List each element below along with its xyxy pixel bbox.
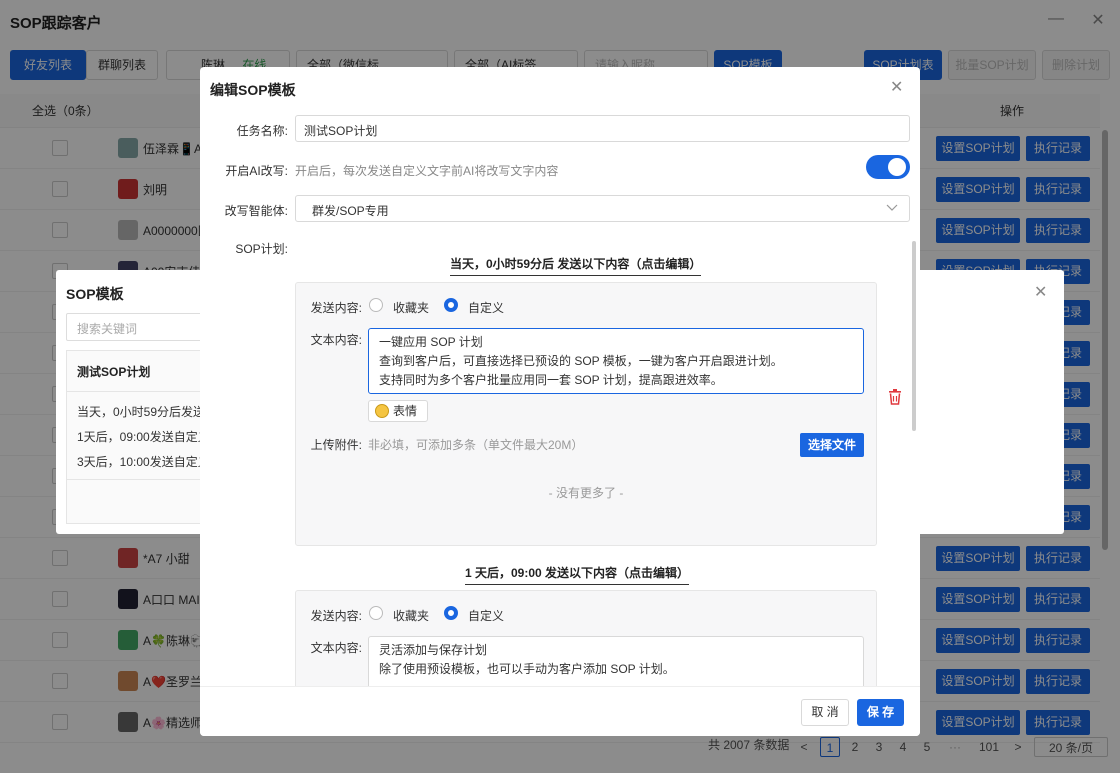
radio-custom-label: 自定义	[468, 301, 505, 315]
sop-template-title: SOP模板	[66, 286, 124, 302]
modal-close-icon[interactable]: ✕	[890, 77, 903, 97]
sop-plan-label: SOP计划:	[235, 242, 288, 256]
agent-select[interactable]: 群发/SOP专用	[295, 195, 910, 222]
text-content-textarea[interactable]: 一键应用 SOP 计划 查询到客户后，可直接选择已预设的 SOP 模板，一键为客…	[368, 328, 864, 394]
text-line: 一键应用 SOP 计划	[379, 335, 483, 349]
text-line: 灵活添加与保存计划	[379, 643, 488, 657]
text-line: 查询到客户后，可直接选择已预设的 SOP 模板，一键为客户开启跟进计划。	[379, 354, 783, 368]
template-card-title: 测试SOP计划	[77, 365, 151, 379]
choose-file-button[interactable]: 选择文件	[800, 433, 864, 457]
radio-custom-label: 自定义	[468, 609, 505, 623]
radio-favorites[interactable]	[369, 606, 383, 620]
text-content-label: 文本内容:	[310, 641, 362, 655]
ai-rewrite-label: 开启AI改写:	[225, 164, 288, 178]
attachment-label: 上传附件:	[310, 438, 362, 452]
radio-favorites-label: 收藏夹	[393, 609, 430, 623]
trash-icon[interactable]	[888, 389, 902, 405]
emoji-label: 表情	[393, 404, 418, 418]
save-button[interactable]: 保 存	[857, 699, 904, 726]
modal-title: 编辑SOP模板	[210, 82, 296, 98]
send-content-label: 发送内容:	[310, 301, 362, 315]
text-line: 支持同时为多个客户批量应用同一套 SOP 计划，提高跟进效率。	[379, 373, 723, 387]
step-title[interactable]: 1 天后，09:00 发送以下内容（点击编辑）	[465, 564, 690, 585]
radio-custom[interactable]	[444, 606, 458, 620]
edit-sop-modal: 编辑SOP模板 ✕ 任务名称: 测试SOP计划 开启AI改写: 开启后，每次发送…	[200, 67, 920, 736]
step-title[interactable]: 当天，0小时59分后 发送以下内容（点击编辑）	[450, 255, 702, 276]
chevron-down-icon	[886, 204, 898, 211]
no-more-text: - 没有更多了 -	[548, 486, 624, 500]
modal-scrollbar[interactable]	[912, 241, 916, 431]
step-box: 发送内容: 收藏夹 自定义 文本内容: 一键应用 SOP 计划 查询到客户后，可…	[295, 282, 877, 546]
sop-template-close-icon[interactable]: ✕	[1034, 282, 1047, 302]
send-content-label: 发送内容:	[310, 609, 362, 623]
ai-rewrite-hint: 开启后，每次发送自定义文字前AI将改写文字内容	[295, 164, 559, 178]
modal-footer: 取 消 保 存	[200, 686, 920, 736]
radio-favorites-label: 收藏夹	[393, 301, 430, 315]
radio-custom[interactable]	[444, 298, 458, 312]
attachment-hint: 非必填，可添加多条（单文件最大20M）	[368, 438, 584, 452]
task-name-input[interactable]: 测试SOP计划	[295, 115, 910, 142]
radio-favorites[interactable]	[369, 298, 383, 312]
smiley-icon	[375, 404, 389, 418]
task-name-label: 任务名称:	[236, 124, 288, 138]
agent-label: 改写智能体:	[224, 204, 288, 218]
cancel-button[interactable]: 取 消	[801, 699, 849, 726]
ai-rewrite-toggle[interactable]	[866, 155, 910, 179]
emoji-button[interactable]: 表情	[368, 400, 428, 422]
text-line: 除了使用预设模板，也可以手动为客户添加 SOP 计划。	[379, 662, 675, 676]
text-content-label: 文本内容:	[310, 333, 362, 347]
